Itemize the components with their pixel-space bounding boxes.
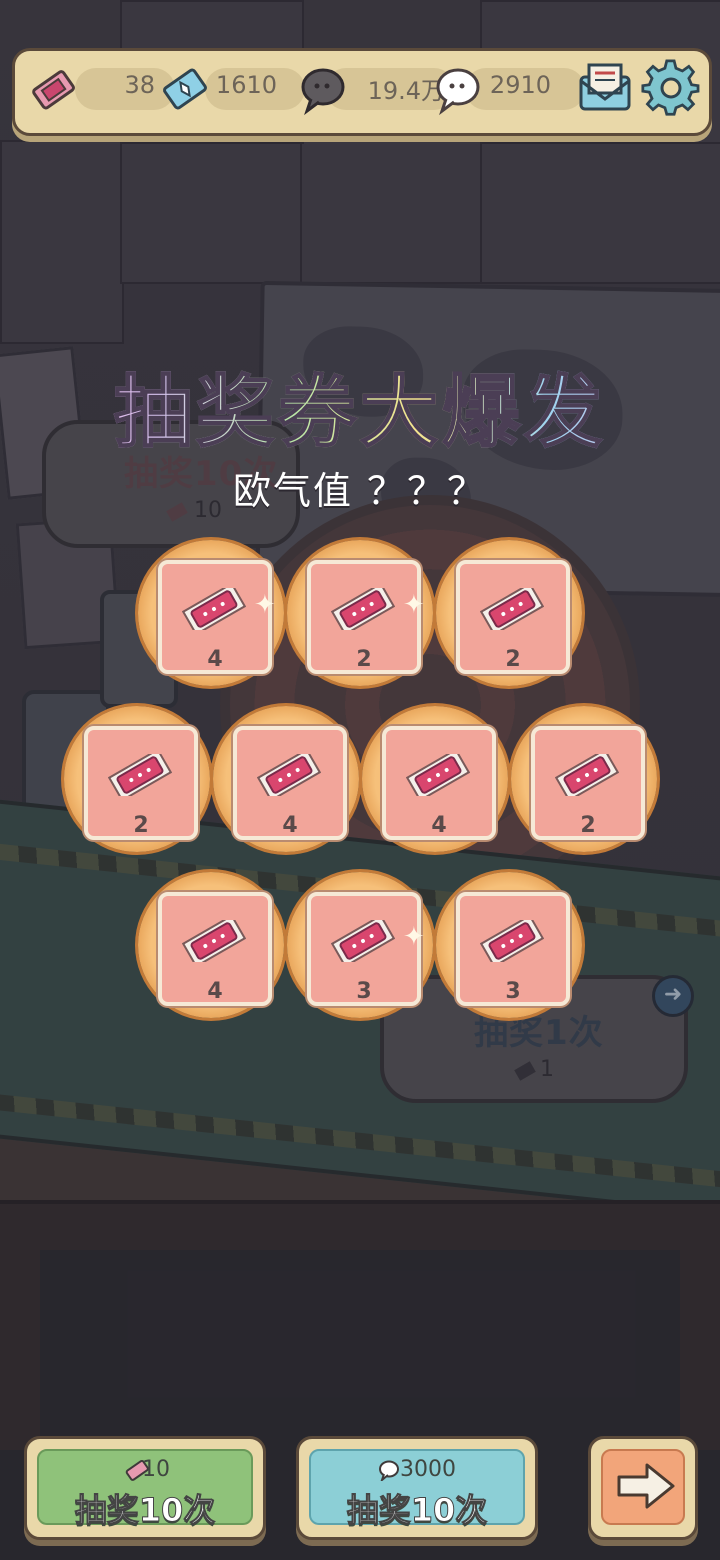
luck-value: 欧气值 ？？？ xyxy=(232,469,488,513)
crystal-ticket-icon xyxy=(163,68,207,110)
resource-bar: 38 1610 19.4万 2910 xyxy=(12,48,712,136)
sparkle-icon: ✦ xyxy=(403,922,425,952)
sparkle-icon: ✦ xyxy=(254,590,276,620)
reward-item: 3 ✦ xyxy=(287,872,433,1018)
arrow-right-icon xyxy=(617,1463,675,1509)
reward-count: 3 xyxy=(356,979,372,1004)
reward-item: 2 xyxy=(436,540,582,686)
reward-item: 2 xyxy=(64,706,210,852)
reward-item: 4 xyxy=(362,706,508,852)
ticket-icon xyxy=(257,754,321,796)
dark-speech-bubble-icon xyxy=(301,68,345,116)
reward-count: 4 xyxy=(207,647,223,672)
reward-count: 4 xyxy=(207,979,223,1004)
reward-count: 2 xyxy=(356,647,372,672)
speech-bubble-icon xyxy=(436,68,480,116)
speech-draw-button[interactable]: 3000 抽奖10次 xyxy=(296,1436,538,1540)
headline: 抽奖券大爆发 xyxy=(0,350,720,462)
speech-draw-label: 抽奖10次 xyxy=(346,1491,488,1530)
ticket-icon xyxy=(480,588,544,630)
ticket-icon xyxy=(331,588,395,630)
reward-item: 4 ✦ xyxy=(138,540,284,686)
gear-icon[interactable] xyxy=(641,59,701,119)
speech-count: 2910 xyxy=(489,71,551,99)
ticket-draw-button[interactable]: 10 抽奖10次 xyxy=(24,1436,266,1540)
reward-item: 2 ✦ xyxy=(287,540,433,686)
ticket-icon xyxy=(555,754,619,796)
reward-item: 4 xyxy=(213,706,359,852)
ticket-icon xyxy=(331,920,395,962)
crystals-count: 1610 xyxy=(215,71,277,99)
mail-icon[interactable] xyxy=(575,59,635,119)
reward-count: 4 xyxy=(431,813,447,838)
reward-item: 3 xyxy=(436,872,582,1018)
ticket-icon xyxy=(108,754,172,796)
reward-count: 3 xyxy=(505,979,521,1004)
reward-item: 4 xyxy=(138,872,284,1018)
ticket-icon xyxy=(406,754,470,796)
reward-card: 4 xyxy=(233,726,347,840)
speech-draw-cost: 3000 xyxy=(400,1457,456,1482)
tickets-count: 38 xyxy=(124,71,155,99)
reward-card: 2 xyxy=(456,560,570,674)
reward-card: 2 xyxy=(531,726,645,840)
reward-count: 2 xyxy=(133,813,149,838)
reward-card: 4 xyxy=(382,726,496,840)
reward-count: 4 xyxy=(282,813,298,838)
reward-item: 2 xyxy=(511,706,657,852)
ticket-icon xyxy=(480,920,544,962)
reward-card: 2 xyxy=(84,726,198,840)
next-face xyxy=(601,1449,685,1525)
ticket-icon xyxy=(182,920,246,962)
reward-count: 2 xyxy=(580,813,596,838)
ticket-icon xyxy=(182,588,246,630)
sparkle-icon: ✦ xyxy=(403,590,425,620)
next-button[interactable] xyxy=(588,1436,698,1540)
reward-card: 3 xyxy=(456,892,570,1006)
ticket-draw-cost: 10 xyxy=(142,1457,170,1482)
ticket-icon xyxy=(32,70,75,110)
ticket-draw-face: 10 抽奖10次 xyxy=(37,1449,253,1530)
ticket-draw-label: 抽奖10次 xyxy=(74,1491,216,1530)
reward-count: 2 xyxy=(505,647,521,672)
speech-draw-face: 3000 抽奖10次 xyxy=(309,1449,525,1530)
reward-card: 4 xyxy=(158,892,272,1006)
